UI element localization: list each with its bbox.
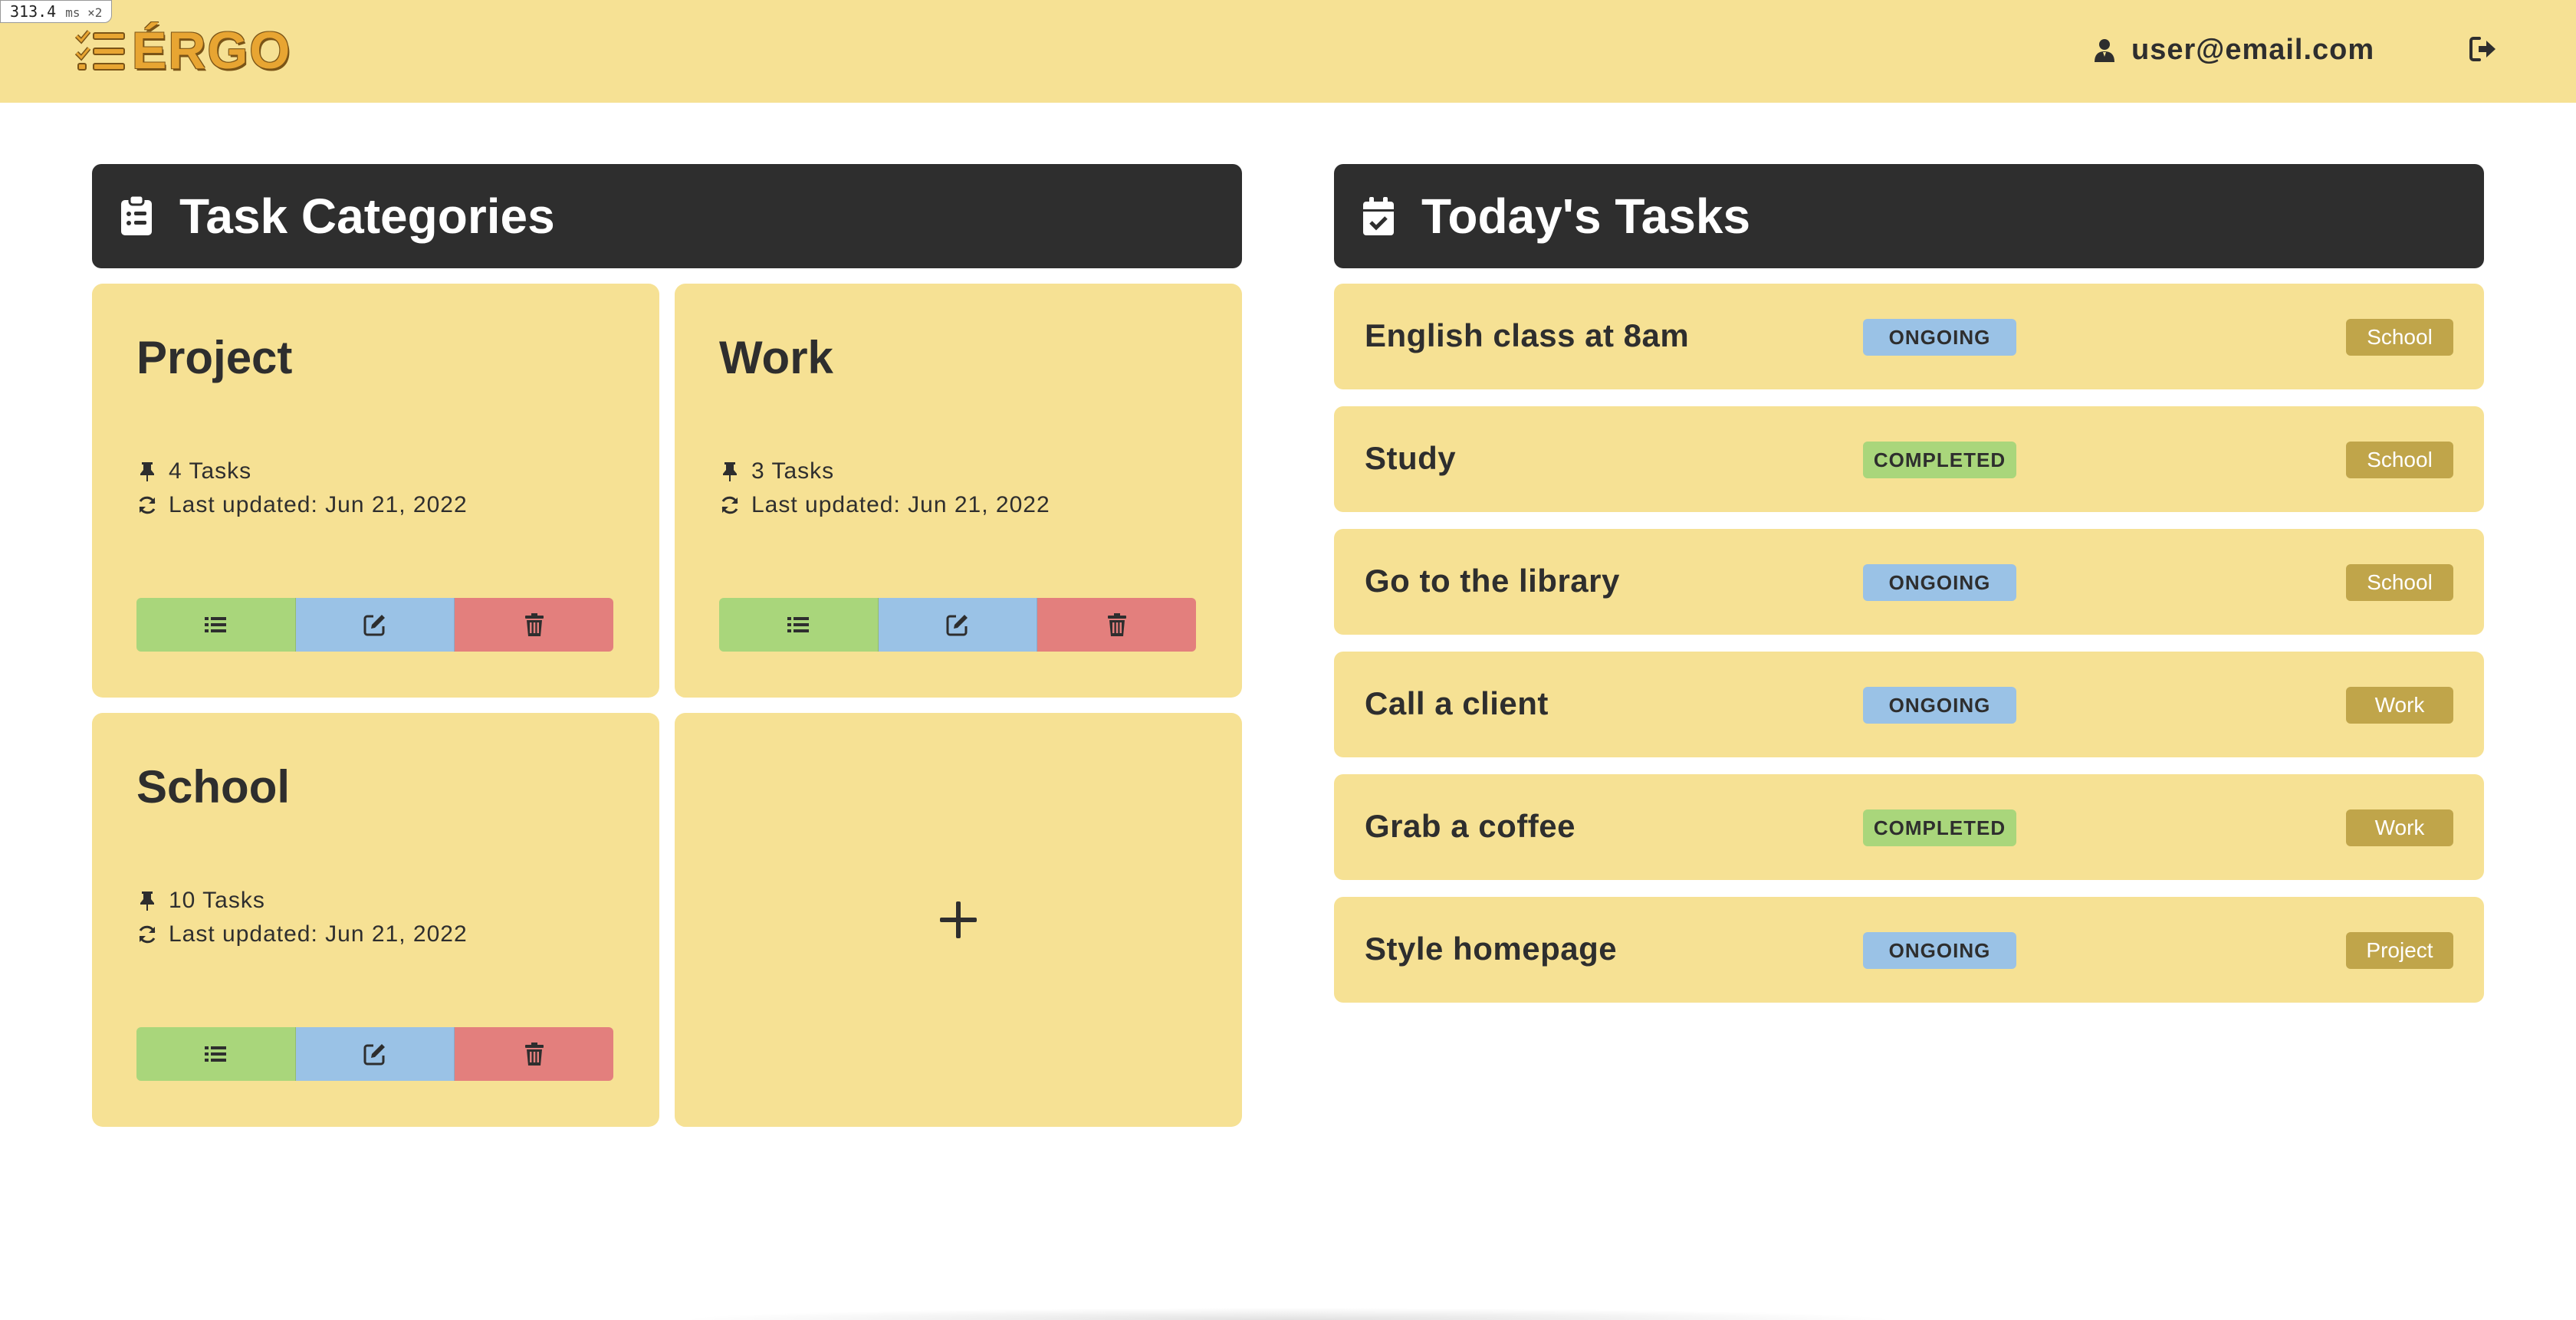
edit-category-button[interactable] [295,598,455,652]
thumbtack-icon [723,462,737,481]
view-tasks-button[interactable] [719,598,879,652]
list-icon [787,617,810,632]
task-count-label: 10 Tasks [169,888,265,913]
task-count: 4 Tasks [136,458,251,484]
render-time-unit: ms ×2 [65,5,103,20]
category-badge: Work [2346,687,2453,724]
todays-tasks-header: Today's Tasks [1334,164,2484,268]
task-count-label: 4 Tasks [169,458,252,484]
edit-category-button[interactable] [295,1027,455,1081]
status-badge: COMPLETED [1863,442,2016,478]
task-name: English class at 8am [1365,317,1690,353]
task-count: 10 Tasks [136,888,265,914]
panel-title: Task Categories [179,189,555,244]
thumbtack-icon [140,891,154,911]
status-badge: ONGOING [1863,564,2016,601]
list-icon [205,1046,227,1062]
delete-category-button[interactable] [455,1027,613,1081]
status-badge: ONGOING [1863,687,2016,724]
category-name: Work [719,332,833,383]
task-row[interactable]: Style homepage ONGOING Project [1334,897,2484,1003]
sync-icon [721,496,738,514]
task-name: Study [1365,440,1457,476]
task-row[interactable]: Go to the library ONGOING School [1334,529,2484,635]
logout-icon[interactable] [2467,34,2498,64]
calendar-check-icon [1363,197,1394,235]
view-tasks-button[interactable] [136,1027,296,1081]
checklist-logo-icon [74,30,125,71]
footer-shadow [675,1308,1901,1320]
category-card-work[interactable]: Work 3 Tasks Last updated: Jun 21, 2022 [675,284,1242,698]
task-categories-header: Task Categories [92,164,1242,268]
user-icon [2095,39,2114,62]
last-updated-label: Last updated: Jun 21, 2022 [169,492,468,517]
user-account[interactable]: user@email.com [2093,31,2374,69]
task-name: Grab a coffee [1365,808,1576,844]
task-row[interactable]: Study COMPLETED School [1334,406,2484,512]
task-name: Call a client [1365,685,1549,721]
category-name: School [136,761,291,813]
task-name: Style homepage [1365,931,1618,967]
plus-icon [940,901,977,938]
task-row[interactable]: Call a client ONGOING Work [1334,652,2484,757]
view-tasks-button[interactable] [136,598,296,652]
task-name: Go to the library [1365,563,1620,599]
panel-title: Today's Tasks [1421,189,1751,244]
edit-icon [946,615,968,636]
delete-category-button[interactable] [455,598,613,652]
trash-icon [524,1043,544,1066]
task-count-label: 3 Tasks [751,458,835,484]
status-badge: ONGOING [1863,932,2016,969]
trash-icon [1107,613,1126,636]
sync-icon [139,925,156,944]
category-badge: School [2346,564,2453,601]
edit-category-button[interactable] [878,598,1038,652]
category-badge: Work [2346,809,2453,846]
thumbtack-icon [140,462,154,481]
card-actions [136,1027,613,1081]
add-category-card[interactable] [675,713,1242,1127]
category-badge: Project [2346,932,2453,969]
category-card-school[interactable]: School 10 Tasks Last updated: Jun 21, 20… [92,713,659,1127]
category-name: Project [136,332,293,383]
logo-text: ÉRGO [132,21,292,80]
edit-icon [363,1044,385,1066]
app-logo[interactable]: ÉRGO [74,21,292,80]
card-actions [719,598,1196,652]
delete-category-button[interactable] [1037,598,1196,652]
status-badge: ONGOING [1863,319,2016,356]
render-time-value: 313.4 [10,2,57,21]
last-updated-label: Last updated: Jun 21, 2022 [169,921,468,947]
category-badge: School [2346,319,2453,356]
top-header: ÉRGO user@email.com [0,0,2576,103]
task-count: 3 Tasks [719,458,834,484]
trash-icon [524,613,544,636]
render-time-overlay: 313.4 ms ×2 [0,0,113,23]
task-row[interactable]: English class at 8am ONGOING School [1334,284,2484,389]
user-email: user@email.com [2131,33,2375,66]
list-icon [205,617,227,632]
clipboard-list-icon [121,195,152,235]
last-updated: Last updated: Jun 21, 2022 [719,492,1050,518]
last-updated: Last updated: Jun 21, 2022 [136,921,468,947]
task-row[interactable]: Grab a coffee COMPLETED Work [1334,774,2484,880]
card-actions [136,598,613,652]
last-updated-label: Last updated: Jun 21, 2022 [751,492,1050,517]
status-badge: COMPLETED [1863,809,2016,846]
last-updated: Last updated: Jun 21, 2022 [136,492,468,518]
category-badge: School [2346,442,2453,478]
edit-icon [363,615,385,636]
category-card-project[interactable]: Project 4 Tasks Last updated: Jun 21, 20… [92,284,659,698]
sync-icon [139,496,156,514]
